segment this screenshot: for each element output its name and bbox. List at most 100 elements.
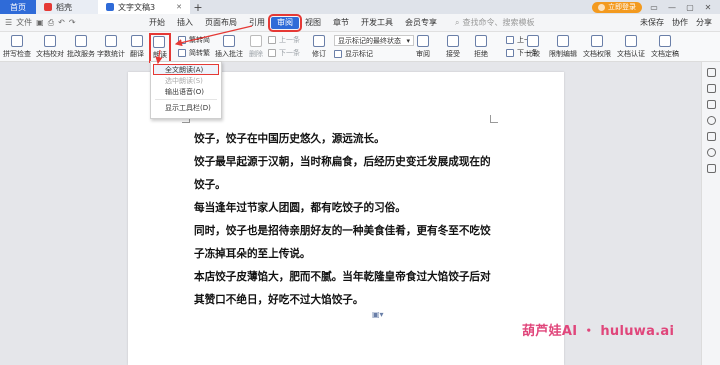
paragraph-line: 同时，饺子也是招待亲朋好友的一种美食佳肴，更有冬至不吃饺 (194, 225, 491, 237)
review-pane-icon (417, 35, 429, 47)
next-icon (268, 49, 276, 57)
menu-icon[interactable]: ☰ (5, 18, 12, 27)
batch-review-icon (75, 35, 87, 47)
doc-finalize-button[interactable]: 文档定稿 (650, 35, 680, 59)
close-tab-icon[interactable]: ✕ (176, 3, 182, 11)
translate-icon (131, 35, 143, 47)
close-window-button[interactable]: ✕ (702, 3, 714, 12)
doc-proof-button[interactable]: 文档校对 (34, 32, 66, 59)
unsaved-status[interactable]: 未保存 (640, 17, 664, 28)
delete-comment-icon (250, 35, 262, 47)
menu-divider (155, 99, 217, 100)
pen-icon[interactable] (706, 84, 716, 93)
window-layout-button[interactable]: ▭ (648, 3, 660, 12)
redo-icon[interactable]: ↷ (69, 18, 76, 27)
paragraph-line: 饺子最早起源于汉朝，当时称扁食，后经历史变迁发展成现在的 (194, 156, 491, 168)
show-markup-button[interactable]: 显示标记 (334, 49, 420, 59)
menu-page-layout[interactable]: 页面布局 (199, 17, 243, 29)
help-icon[interactable] (706, 116, 716, 125)
spell-check-label: 拼写检查 (3, 50, 31, 58)
doc-rights-button[interactable]: 文档权限 (582, 35, 612, 59)
restrict-edit-button[interactable]: 限制编辑 (548, 35, 578, 59)
revise-label: 修订 (312, 50, 326, 58)
menu-member[interactable]: 会员专享 (399, 17, 443, 29)
menu-start[interactable]: 开始 (143, 17, 171, 29)
accept-button[interactable]: 接受 (442, 35, 464, 59)
doc-cert-button[interactable]: 文档认证 (616, 35, 646, 59)
markup-state-select[interactable]: 显示标记的最终状态 ▾ (334, 35, 414, 46)
undo-icon[interactable]: ↶ (58, 18, 65, 27)
share-button[interactable]: 分享 (696, 17, 712, 28)
paragraph-line: 每当逢年过节家人团圆，都有吃饺子的习俗。 (194, 202, 406, 214)
show-markup-icon (334, 50, 342, 58)
document-body[interactable]: 饺子，饺子在中国历史悠久，源远流长。 饺子最早起源于汉朝，当时称扁食，后经历史变… (194, 128, 514, 312)
shape-icon[interactable] (706, 132, 716, 141)
doc-proof-icon (44, 35, 56, 47)
trad-to-simp-button[interactable]: 简转繁 (178, 48, 214, 58)
translate-button[interactable]: 翻译 (126, 32, 148, 59)
review-pane-button[interactable]: 审阅 (410, 35, 436, 59)
next-comment-button[interactable]: 下一条 (268, 48, 308, 58)
paste-options-icon[interactable]: ▣▾ (372, 310, 384, 319)
spell-check-button[interactable]: 拼写检查 (0, 32, 34, 59)
reject-button[interactable]: 拒绝 (470, 35, 492, 59)
menu-view[interactable]: 视图 (299, 17, 327, 29)
word-count-label: 字数统计 (97, 50, 125, 58)
menu-review[interactable]: 审阅 (268, 13, 302, 32)
delete-comment-button[interactable]: 删除 (244, 32, 268, 59)
convert-icon (178, 36, 186, 44)
simp-to-trad-button[interactable]: 繁转简 (178, 35, 214, 45)
layout-icon[interactable] (706, 164, 716, 173)
compare-icon (527, 35, 539, 47)
maximize-button[interactable]: ▢ (684, 3, 696, 12)
tab-home[interactable]: 首页 (0, 0, 36, 14)
insert-comment-button[interactable]: 插入批注 (214, 32, 244, 59)
menu-chapter[interactable]: 章节 (327, 17, 355, 29)
export-speech-item[interactable]: 输出语音(O) (151, 86, 221, 97)
batch-review-button[interactable]: 批改服务 (66, 32, 96, 59)
read-selection-item[interactable]: 选中朗读(S) (151, 75, 221, 86)
menu-dev-tools[interactable]: 开发工具 (355, 17, 399, 29)
word-count-button[interactable]: 字数统计 (96, 32, 126, 59)
revise-button[interactable]: 修订 (308, 32, 330, 59)
delete-comment-label: 删除 (249, 50, 263, 58)
prev-icon (506, 36, 514, 44)
watermark: 葫芦娃AI ・ huluwa.ai (522, 324, 675, 339)
minimize-button[interactable]: — (666, 3, 678, 12)
tab-home-label: 首页 (10, 2, 26, 12)
spell-check-icon (11, 35, 23, 47)
style-icon[interactable] (706, 68, 716, 77)
print-icon[interactable]: ⎙ (48, 18, 54, 28)
compare-button[interactable]: 比较 (522, 35, 544, 59)
show-toolbar-item[interactable]: 显示工具栏(D) (151, 102, 221, 113)
prev-comment-button[interactable]: 上一条 (268, 35, 308, 45)
avatar-icon (598, 3, 605, 11)
writer-doc-icon (106, 3, 114, 11)
new-tab-button[interactable]: + (190, 0, 206, 14)
accept-label: 接受 (446, 50, 460, 58)
doc-cert-label: 文档认证 (617, 50, 645, 58)
prev-comment-label: 上一条 (279, 36, 300, 44)
save-icon[interactable]: ▣ (36, 18, 44, 27)
read-aloud-label: 朗读 (153, 51, 167, 59)
trad-to-simp-label: 简转繁 (189, 49, 210, 57)
tab-document[interactable]: 文字文稿3 ✕ (98, 0, 190, 14)
paragraph-line: 其赞口不绝日，好吃不过大馅饺子。 (194, 294, 364, 306)
login-button[interactable]: 立即登录 (592, 1, 642, 13)
tab-template-label: 稻壳 (56, 2, 72, 12)
doc-proof-label: 文档校对 (36, 50, 64, 58)
tab-template[interactable]: 稻壳 (36, 0, 98, 14)
location-icon[interactable] (706, 148, 716, 157)
menu-reference[interactable]: 引用 (243, 17, 271, 29)
read-aloud-button[interactable]: 朗读 (148, 32, 172, 63)
collaborate-button[interactable]: 协作 (672, 17, 688, 28)
comment-icon (223, 35, 235, 47)
search-box[interactable]: ⌕ 查找命令、搜索模板 (455, 17, 534, 28)
menu-insert[interactable]: 插入 (171, 17, 199, 29)
select-icon[interactable] (706, 100, 716, 109)
doc-finalize-label: 文档定稿 (651, 50, 679, 58)
paragraph-line: 本店饺子皮薄馅大，肥而不腻。当年乾隆皇帝食过大馅饺子后对 (194, 271, 491, 283)
file-menu[interactable]: 文件 (16, 17, 32, 28)
read-full-text-item[interactable]: 全文朗读(A) (153, 64, 219, 75)
tab-document-label: 文字文稿3 (118, 2, 156, 12)
